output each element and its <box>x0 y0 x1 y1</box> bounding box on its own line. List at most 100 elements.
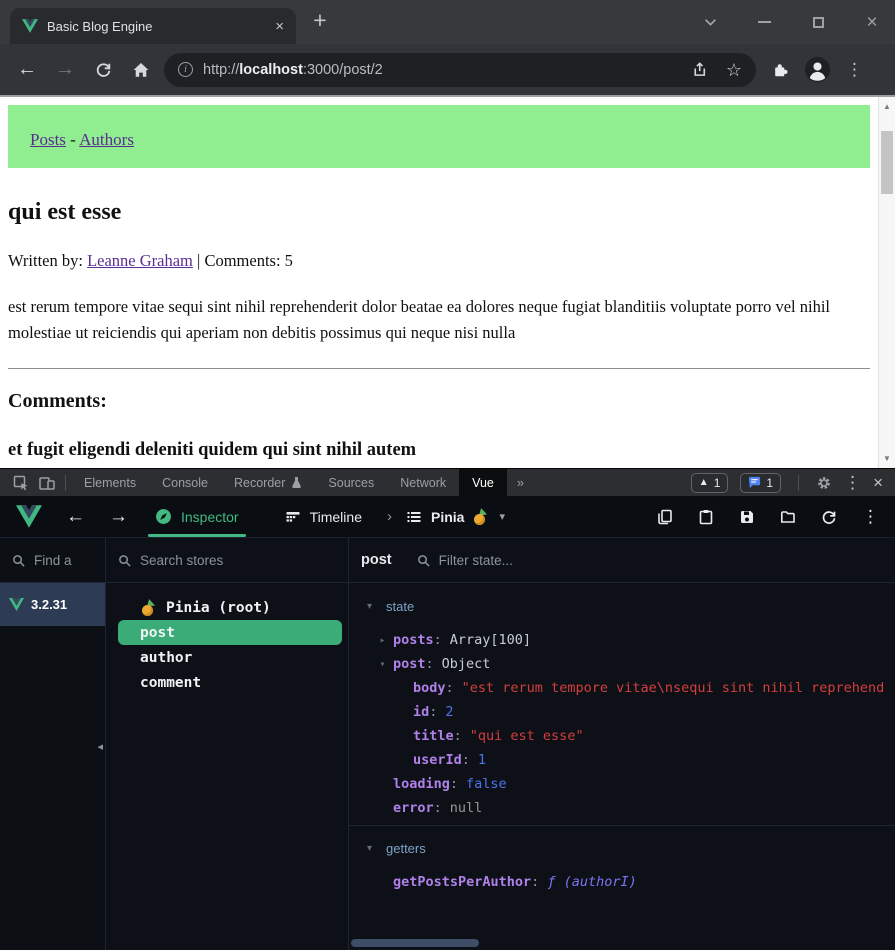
authors-link[interactable]: Authors <box>79 130 134 149</box>
copy-icon[interactable] <box>657 509 673 525</box>
window-maximize-icon[interactable] <box>809 13 827 31</box>
inspect-element-icon[interactable] <box>8 475 34 491</box>
divider <box>8 368 870 369</box>
plugin-selector[interactable]: Pinia ▾ <box>406 508 505 525</box>
search-stores-input[interactable] <box>140 553 336 568</box>
state-row-post[interactable]: ▾postObject <box>349 652 895 676</box>
state-section-header[interactable]: ▾ state <box>349 597 895 615</box>
warning-triangle-icon: ▲ <box>699 477 709 488</box>
store-item-author[interactable]: author <box>118 645 342 670</box>
section-divider <box>349 825 895 826</box>
collapse-panel-icon[interactable]: ◂ <box>97 740 103 753</box>
extensions-puzzle-icon[interactable] <box>772 61 789 78</box>
devtools-tabbar: Elements Console Recorder Sources Networ… <box>0 468 895 496</box>
getters-section-header[interactable]: ▾ getters <box>349 839 895 857</box>
timeline-icon <box>285 509 301 525</box>
profile-avatar[interactable] <box>805 57 830 82</box>
device-toolbar-icon[interactable] <box>34 475 60 491</box>
state-row-posts[interactable]: ▸postsArray[100] <box>349 628 895 652</box>
search-icon <box>12 554 25 567</box>
state-row-userid[interactable]: userId1 <box>349 748 895 772</box>
section-expanded-icon: ▾ <box>367 843 379 854</box>
history-back-icon[interactable]: ← <box>66 506 85 528</box>
post-title: qui est esse <box>8 199 870 226</box>
reload-icon[interactable] <box>88 55 118 85</box>
stores-panel: Pinia (root) post author comment <box>106 538 349 950</box>
pineapple-icon <box>473 508 487 525</box>
flask-icon <box>291 476 302 489</box>
share-icon[interactable] <box>691 61 708 78</box>
open-folder-icon[interactable] <box>780 509 796 525</box>
tab-elements[interactable]: Elements <box>71 469 149 496</box>
tab-recorder[interactable]: Recorder <box>221 469 315 496</box>
tab-inspector[interactable]: Inspector <box>136 496 258 537</box>
window-minimize-icon[interactable] <box>755 13 773 31</box>
search-icon <box>417 554 430 567</box>
vue-devtools-panels: 3.2.31 ◂ Pinia (root) post author commen… <box>0 538 895 950</box>
state-inspector-panel: post ▾ state ▸postsArray[100] ▾postObjec… <box>349 538 895 950</box>
tab-console[interactable]: Console <box>149 469 221 496</box>
store-item-post[interactable]: post <box>118 620 342 645</box>
devtools-menu-icon[interactable]: ⋮ <box>844 473 861 493</box>
scroll-thumb[interactable] <box>881 131 893 194</box>
tab-close-icon[interactable]: × <box>275 19 284 34</box>
save-icon[interactable] <box>739 509 755 525</box>
url-text[interactable]: http://localhost:3000/post/2 <box>203 62 681 78</box>
app-version-row[interactable]: 3.2.31 <box>0 583 105 626</box>
warnings-badge[interactable]: ▲1 <box>691 473 729 493</box>
overflow-chevron-icon[interactable]: › <box>387 508 392 525</box>
scroll-up-icon[interactable]: ▲ <box>879 102 895 111</box>
vue-menu-icon[interactable]: ⋮ <box>862 507 879 527</box>
window-controls: × <box>701 0 881 44</box>
state-row-error[interactable]: errornull <box>349 796 895 820</box>
state-row-body[interactable]: body"est rerum tempore vitae\nsequi sint… <box>349 676 895 700</box>
expand-arrow-icon[interactable]: ▾ <box>376 659 389 670</box>
back-icon[interactable]: ← <box>12 55 42 85</box>
browser-menu-icon[interactable]: ⋮ <box>846 60 863 80</box>
page-scrollbar[interactable]: ▲ ▼ <box>878 97 895 468</box>
pineapple-icon <box>141 599 155 616</box>
tab-network[interactable]: Network <box>387 469 459 496</box>
author-link[interactable]: Leanne Graham <box>87 251 193 270</box>
home-icon[interactable] <box>126 55 156 85</box>
store-item-comment[interactable]: comment <box>118 670 342 695</box>
posts-link[interactable]: Posts <box>30 130 66 149</box>
window-close-icon[interactable]: × <box>863 13 881 31</box>
pinia-root-node[interactable]: Pinia (root) <box>106 595 348 620</box>
bookmark-star-icon[interactable]: ☆ <box>726 61 742 79</box>
devtools-settings-gear-icon[interactable] <box>816 475 832 491</box>
tab-title: Basic Blog Engine <box>47 19 266 34</box>
vue-devtools-toolbar: ← → Inspector Timeline › Pinia ▾ ⋮ <box>0 496 895 538</box>
more-tabs-icon[interactable]: » <box>507 475 534 490</box>
forward-icon[interactable]: → <box>50 55 80 85</box>
address-bar[interactable]: i http://localhost:3000/post/2 ☆ <box>164 53 756 87</box>
messages-badge[interactable]: 1 <box>740 473 781 493</box>
post-body: est rerum tempore vitae sequi sint nihil… <box>8 294 866 345</box>
state-row-loading[interactable]: loadingfalse <box>349 772 895 796</box>
find-app-input[interactable] <box>34 553 93 568</box>
filter-state-input[interactable] <box>439 553 883 568</box>
tab-timeline[interactable]: Timeline <box>266 496 381 537</box>
window-chevron-icon[interactable] <box>701 13 719 31</box>
plugin-dropdown-icon[interactable]: ▾ <box>499 510 505 523</box>
vue-app-icon <box>9 598 24 611</box>
section-expanded-icon: ▾ <box>367 601 379 612</box>
page-info-icon[interactable]: i <box>178 62 193 77</box>
devtools-close-icon[interactable]: × <box>873 473 883 493</box>
web-page: Posts - Authors qui est esse Written by:… <box>0 95 895 468</box>
new-tab-button[interactable]: + <box>306 7 334 34</box>
expand-arrow-icon[interactable]: ▸ <box>376 635 389 646</box>
tab-sources[interactable]: Sources <box>315 469 387 496</box>
browser-tab[interactable]: Basic Blog Engine × <box>10 8 296 44</box>
app-version: 3.2.31 <box>31 597 67 612</box>
vue-logo-icon <box>16 505 42 528</box>
scroll-down-icon[interactable]: ▼ <box>879 454 895 463</box>
paste-clipboard-icon[interactable] <box>698 509 714 525</box>
horizontal-scroll-thumb[interactable] <box>351 939 479 947</box>
state-row-title[interactable]: title"qui est esse" <box>349 724 895 748</box>
state-row-id[interactable]: id2 <box>349 700 895 724</box>
tab-vue[interactable]: Vue <box>459 469 507 496</box>
refresh-icon[interactable] <box>821 509 837 525</box>
getter-row-getpostsperauthor[interactable]: getPostsPerAuthorƒ (authorI) <box>349 870 895 894</box>
history-forward-icon[interactable]: → <box>109 506 128 528</box>
